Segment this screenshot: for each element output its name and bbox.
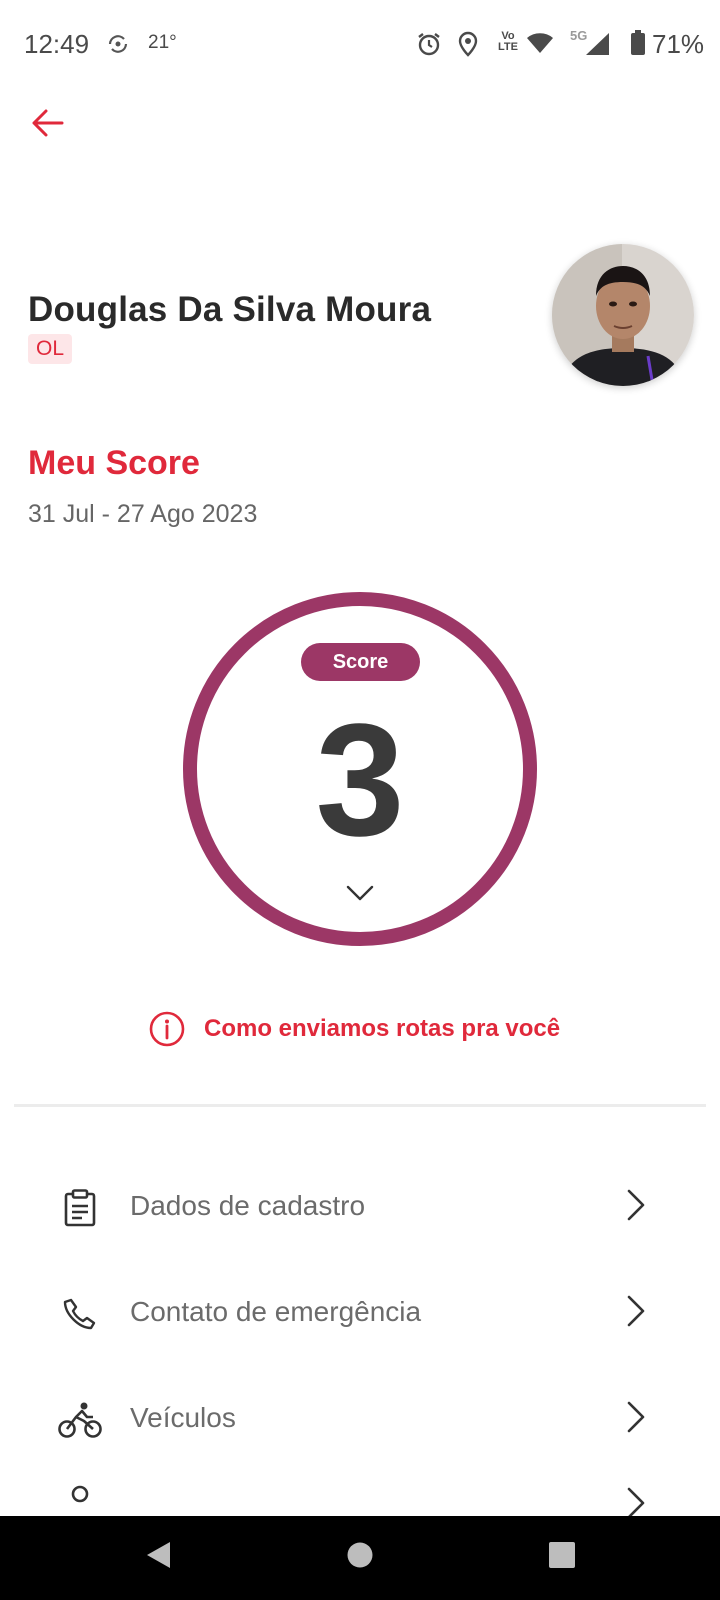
menu-item-dados-cadastro[interactable]: Dados de cadastro [0, 1158, 720, 1254]
score-period: 31 Jul - 27 Ago 2023 [28, 500, 258, 528]
score-label-badge: Score [301, 643, 420, 681]
role-badge: OL [28, 334, 73, 364]
bicycle-icon [58, 1400, 102, 1440]
back-button[interactable] [26, 102, 68, 144]
menu-item-veiculos[interactable]: Veículos [0, 1370, 720, 1466]
score-title: Meu Score [28, 444, 200, 482]
phone-icon [58, 1294, 102, 1334]
nav-recents-button[interactable] [548, 1540, 576, 1575]
person-icon [58, 1484, 102, 1516]
navigation-bar [0, 1516, 720, 1600]
signal-icon [584, 32, 610, 61]
nav-back-button[interactable] [144, 1540, 172, 1575]
arrow-left-icon [32, 109, 64, 137]
alarm-icon [416, 31, 442, 62]
chevron-right-icon [626, 1400, 646, 1439]
battery-icon [630, 30, 646, 61]
circle-home-icon [347, 1542, 373, 1568]
profile-name: Douglas Da Silva Moura [28, 290, 432, 329]
status-time: 12:49 [24, 29, 90, 59]
sync-icon [106, 33, 130, 60]
chevron-down-icon [346, 885, 374, 901]
info-icon [149, 1011, 185, 1047]
chevron-right-icon [626, 1486, 646, 1516]
location-icon [458, 31, 478, 62]
menu-item-partial[interactable] [0, 1476, 720, 1516]
info-link[interactable]: Como enviamos rotas pra você [148, 1010, 560, 1048]
section-divider [14, 1104, 706, 1107]
volte-icon: Vo LTE [498, 30, 518, 53]
status-temperature: 21° [148, 32, 177, 53]
menu-item-contato-emergencia[interactable]: Contato de emergência [0, 1264, 720, 1360]
battery-percentage: 71% [652, 29, 705, 59]
triangle-back-icon [147, 1542, 170, 1568]
chevron-right-icon [626, 1294, 646, 1333]
score-expand-button[interactable] [346, 884, 374, 907]
menu-item-label: Dados de cadastro [130, 1190, 366, 1221]
score-value: 3 [315, 690, 405, 869]
menu-item-label: Veículos [130, 1402, 236, 1433]
info-link-label: Como enviamos rotas pra você [204, 1015, 561, 1042]
nav-home-button[interactable] [346, 1540, 374, 1575]
status-bar: 12:49 21° Vo LTE 5G 71% [0, 0, 720, 88]
square-recents-icon [549, 1542, 575, 1568]
menu-item-label: Contato de emergência [130, 1296, 422, 1327]
clipboard-icon [58, 1188, 102, 1228]
chevron-right-icon [626, 1188, 646, 1227]
avatar[interactable] [552, 244, 694, 386]
wifi-icon [526, 32, 554, 59]
